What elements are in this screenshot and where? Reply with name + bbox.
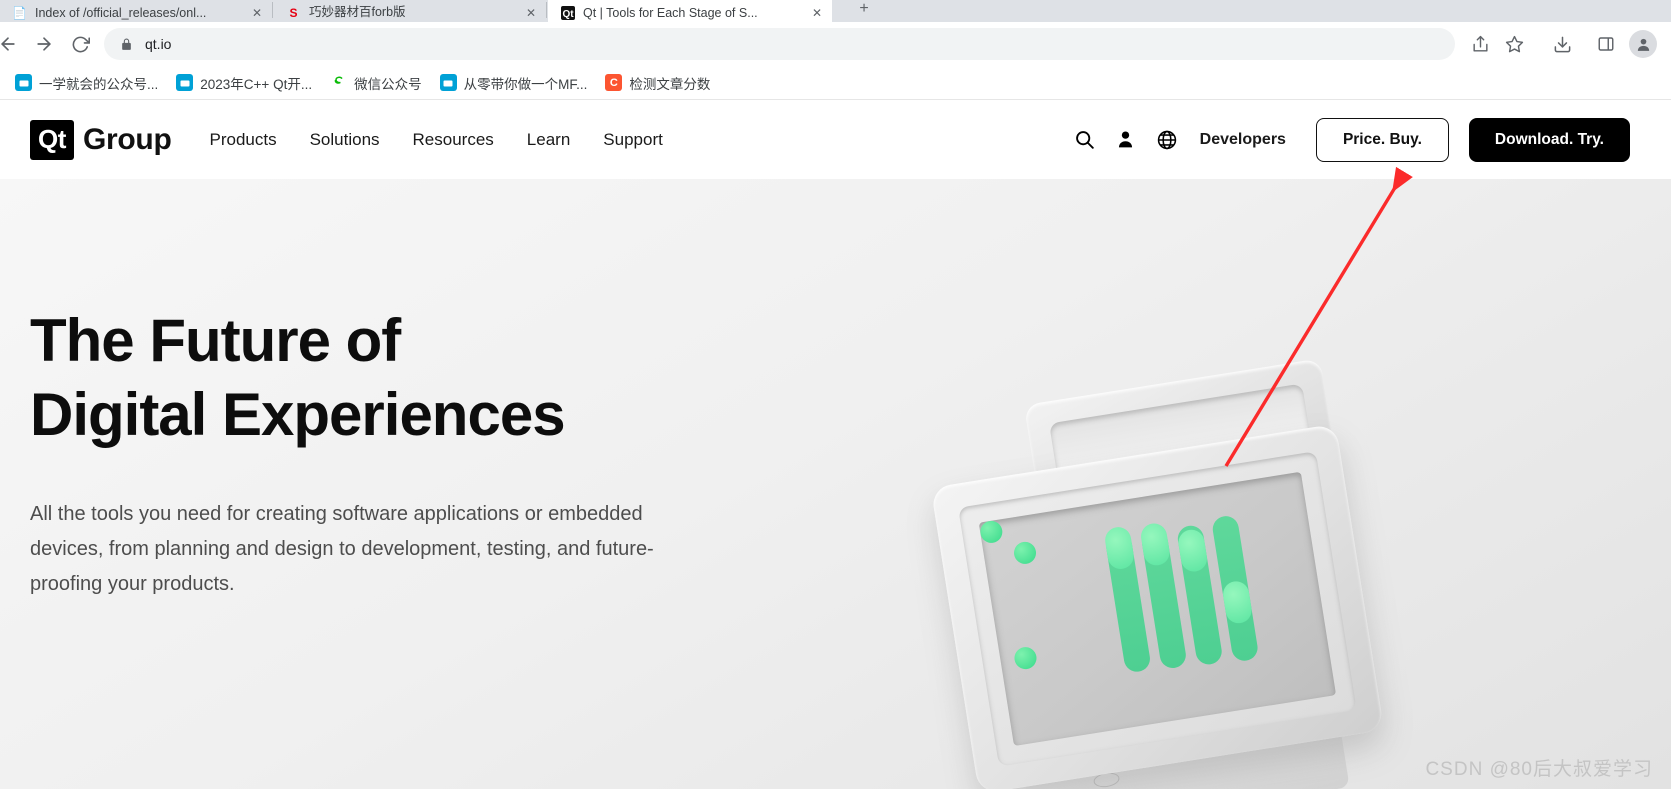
reload-button[interactable]	[62, 26, 98, 62]
tab-title: 巧妙器材百forb版	[309, 5, 406, 19]
browser-toolbar: qt.io	[0, 22, 1671, 66]
wechat-icon	[330, 74, 348, 91]
tab-strip: 📄 Index of /official_releases/onl... ✕ S…	[0, 0, 1671, 22]
search-icon[interactable]	[1074, 129, 1095, 150]
menu-item-products[interactable]: Products	[210, 130, 277, 150]
bilibili-icon	[15, 74, 32, 91]
address-bar[interactable]: qt.io	[104, 28, 1455, 60]
browser-tab-active[interactable]: Qt Qt | Tools for Each Stage of S... ✕	[548, 0, 832, 22]
download-try-button[interactable]: Download. Try.	[1468, 117, 1630, 162]
browser-window: 📄 Index of /official_releases/onl... ✕ S…	[0, 0, 1671, 789]
csdn-icon: C	[605, 74, 623, 91]
screen-dot	[1012, 540, 1038, 566]
bookmark-item[interactable]: 微信公众号	[323, 69, 429, 97]
page-icon: 📄	[12, 5, 27, 20]
bookmark-label: 从零带你做一个MF...	[463, 76, 588, 92]
menu-item-learn[interactable]: Learn	[527, 130, 570, 150]
bookmarks-bar: 一学就会的公众号... 2023年C++ Qt开... 微信公众号 从零带你做一…	[0, 66, 1671, 100]
close-icon[interactable]: ✕	[252, 6, 262, 20]
new-tab-button[interactable]: +	[840, 0, 888, 20]
price-buy-button[interactable]: Price. Buy.	[1315, 117, 1449, 162]
download-icon[interactable]	[1545, 27, 1579, 61]
qt-icon: Qt	[560, 5, 575, 20]
close-icon[interactable]: ✕	[812, 6, 822, 20]
navbar-actions: Developers Price. Buy. Download. Try.	[1074, 117, 1630, 162]
site-navbar: Qt Group Products Solutions Resources Le…	[0, 100, 1671, 179]
bookmark-item[interactable]: 一学就会的公众号...	[8, 69, 165, 97]
bilibili-icon	[176, 74, 194, 91]
svg-text:Qt: Qt	[562, 9, 574, 20]
hero-heading: The Future of Digital Experiences	[30, 304, 760, 453]
developers-link[interactable]: Developers	[1200, 131, 1286, 149]
bilibili-icon	[439, 74, 457, 91]
bookmark-label: 微信公众号	[354, 76, 422, 92]
tab-title: Index of /official_releases/onl...	[35, 6, 207, 20]
back-button[interactable]	[0, 26, 26, 62]
hero-section: The Future of Digital Experiences All th…	[0, 179, 1671, 789]
qt-logo-wordmark: Group	[83, 122, 172, 156]
hero-paragraph: All the tools you need for creating soft…	[30, 502, 654, 595]
user-icon[interactable]	[1115, 129, 1136, 150]
tab-divider	[546, 2, 547, 18]
tab-divider	[272, 2, 273, 18]
side-panel-icon[interactable]	[1589, 27, 1623, 61]
web-page: Qt Group Products Solutions Resources Le…	[0, 100, 1671, 789]
bookmark-label: 检测文章分数	[629, 76, 711, 92]
sogou-icon: S	[289, 5, 298, 20]
menu-item-support[interactable]: Support	[603, 130, 663, 150]
share-icon[interactable]	[1463, 27, 1497, 61]
bookmark-label: 2023年C++ Qt开...	[200, 76, 313, 92]
bookmark-label: 一学就会的公众号...	[39, 76, 159, 92]
bookmark-item[interactable]: 2023年C++ Qt开...	[169, 69, 319, 97]
hero-heading-line-1: The Future of	[30, 307, 401, 374]
globe-icon[interactable]	[1156, 129, 1178, 151]
hero-heading-line-2: Digital Experiences	[30, 381, 566, 449]
qt-group-logo[interactable]: Qt Group	[30, 119, 172, 160]
profile-avatar[interactable]	[1629, 30, 1657, 58]
screen-dot	[1012, 645, 1039, 671]
browser-tab[interactable]: 📄 Index of /official_releases/onl... ✕	[0, 0, 272, 22]
embedded-device-illustration	[855, 189, 1385, 789]
url-text: qt.io	[145, 36, 172, 52]
browser-tab[interactable]: S 巧妙器材百forb版 ✕	[274, 0, 546, 22]
tab-title: Qt | Tools for Each Stage of S...	[583, 6, 758, 20]
close-icon[interactable]: ✕	[526, 6, 536, 20]
menu-item-resources[interactable]: Resources	[413, 130, 494, 150]
device-body	[930, 423, 1385, 789]
main-menu: Products Solutions Resources Learn Suppo…	[210, 130, 663, 150]
star-icon[interactable]	[1497, 27, 1531, 61]
menu-item-solutions[interactable]: Solutions	[310, 130, 380, 150]
bookmark-item[interactable]: 从零带你做一个MF...	[433, 69, 595, 97]
watermark: CSDN @80后大叔爱学习	[1425, 759, 1653, 780]
lock-icon	[120, 38, 133, 51]
screen-dot	[978, 519, 1004, 545]
bookmark-item[interactable]: C 检测文章分数	[598, 69, 717, 97]
device-screen	[978, 471, 1337, 746]
hero-copy: The Future of Digital Experiences All th…	[30, 304, 760, 602]
qt-logo-mark: Qt	[30, 119, 74, 160]
forward-button[interactable]	[26, 26, 62, 62]
device-bezel	[958, 451, 1357, 767]
